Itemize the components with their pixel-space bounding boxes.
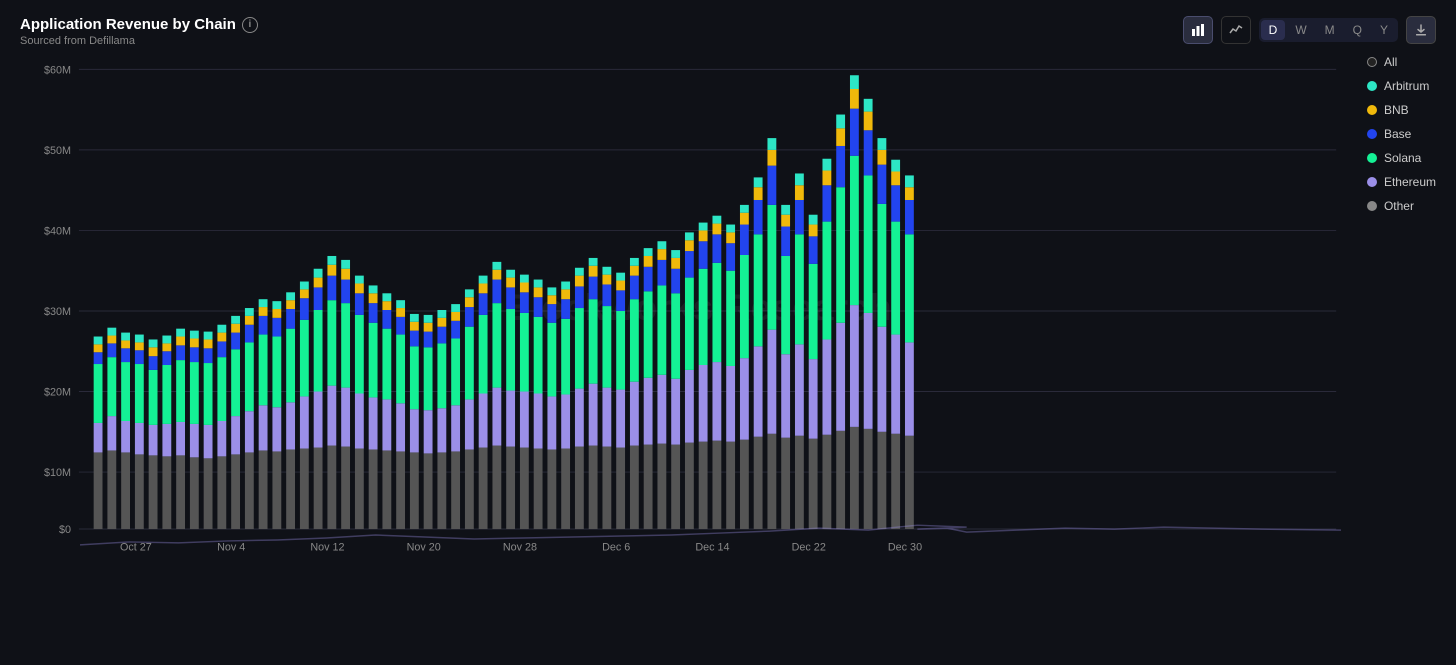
chart-container: Application Revenue by Chain i Sourced f… (0, 0, 1456, 665)
legend-item-solana[interactable]: Solana (1367, 151, 1436, 165)
legend-dot-solana (1367, 153, 1377, 163)
svg-text:$50M: $50M (44, 145, 71, 157)
legend-label-other: Other (1384, 199, 1414, 213)
time-btn-m[interactable]: M (1317, 20, 1343, 40)
download-btn[interactable] (1406, 16, 1436, 44)
legend-label-base: Base (1384, 127, 1411, 141)
chart-area: All Arbitrum BNB Base Solana Ethereum (20, 55, 1436, 595)
svg-text:$10M: $10M (44, 467, 71, 479)
time-btn-d[interactable]: D (1261, 20, 1286, 40)
header: Application Revenue by Chain i Sourced f… (20, 16, 1436, 47)
legend-item-ethereum[interactable]: Ethereum (1367, 175, 1436, 189)
title-text: Application Revenue by Chain (20, 16, 236, 33)
subtitle-text: Sourced from Defillama (20, 35, 258, 47)
title-section: Application Revenue by Chain i Sourced f… (20, 16, 258, 47)
svg-text:$60M: $60M (44, 64, 71, 76)
legend-item-all[interactable]: All (1367, 55, 1436, 69)
legend-dot-base (1367, 129, 1377, 139)
time-btn-q[interactable]: Q (1345, 20, 1370, 40)
chart-svg: $60M $50M $40M $30M $20M $10M $0 Blockwo… (20, 55, 1346, 565)
legend-item-bnb[interactable]: BNB (1367, 103, 1436, 117)
bar-chart-btn[interactable] (1183, 16, 1213, 44)
svg-text:$40M: $40M (44, 225, 71, 237)
info-icon[interactable]: i (242, 17, 258, 33)
legend-dot-bnb (1367, 105, 1377, 115)
svg-text:$30M: $30M (44, 306, 71, 318)
legend-dot-other (1367, 201, 1377, 211)
chart-title: Application Revenue by Chain i (20, 16, 258, 33)
legend-item-base[interactable]: Base (1367, 127, 1436, 141)
controls: D W M Q Y (1183, 16, 1436, 44)
legend-dot-ethereum (1367, 177, 1377, 187)
legend-label-bnb: BNB (1384, 103, 1409, 117)
time-btn-y[interactable]: Y (1372, 20, 1396, 40)
time-btn-w[interactable]: W (1287, 20, 1314, 40)
legend: All Arbitrum BNB Base Solana Ethereum (1367, 55, 1436, 213)
legend-item-arbitrum[interactable]: Arbitrum (1367, 79, 1436, 93)
legend-item-other[interactable]: Other (1367, 199, 1436, 213)
time-controls: D W M Q Y (1259, 18, 1398, 42)
legend-dot-arbitrum (1367, 81, 1377, 91)
legend-label-all: All (1384, 55, 1397, 69)
legend-label-arbitrum: Arbitrum (1384, 79, 1429, 93)
svg-text:$0: $0 (59, 524, 71, 536)
line-chart-btn[interactable] (1221, 16, 1251, 44)
legend-label-ethereum: Ethereum (1384, 175, 1436, 189)
legend-dot-all (1367, 57, 1377, 67)
svg-text:$20M: $20M (44, 386, 71, 398)
legend-label-solana: Solana (1384, 151, 1421, 165)
mini-sparkline (80, 520, 1341, 555)
